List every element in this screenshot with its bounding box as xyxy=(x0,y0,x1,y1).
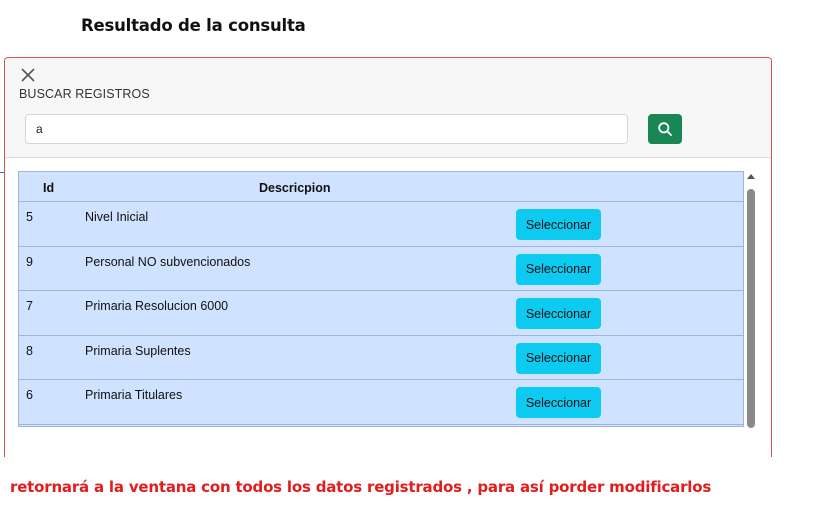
scroll-thumb[interactable] xyxy=(747,189,755,428)
row-id: 5 xyxy=(26,210,33,224)
table-row: 5 Nivel Inicial Seleccionar xyxy=(19,202,743,247)
row-description: Personal NO subvencionados xyxy=(85,254,251,269)
row-description: Primaria Resolucion 6000 xyxy=(85,299,229,313)
modal-header: BUSCAR REGISTROS xyxy=(5,58,771,158)
column-header-descripcion: Descricpion xyxy=(259,181,331,195)
row-description: Primaria Suplentes xyxy=(85,343,191,358)
search-icon xyxy=(658,122,672,136)
table-row: 6 Primaria Titulares Seleccionar xyxy=(19,380,743,425)
select-button[interactable]: Seleccionar xyxy=(516,209,601,240)
row-description: Nivel Inicial xyxy=(85,210,149,224)
table-row: 9 Personal NO subvencionados Seleccionar xyxy=(19,247,743,291)
close-icon[interactable] xyxy=(19,66,37,84)
page: Resultado de la consulta BUSCAR REGISTRO… xyxy=(0,0,817,519)
results-table: Id Descricpion 5 Nivel Inicial Seleccion… xyxy=(18,171,744,427)
table-header: Id Descricpion xyxy=(19,172,743,202)
page-title: Resultado de la consulta xyxy=(81,16,306,35)
search-modal: BUSCAR REGISTROS Id Descricpion 5 Nivel … xyxy=(4,57,772,457)
row-id: 8 xyxy=(26,343,33,358)
select-button[interactable]: Seleccionar xyxy=(516,342,601,374)
scroll-up-arrow-icon[interactable] xyxy=(747,174,755,179)
column-header-id: Id xyxy=(43,181,55,195)
select-button[interactable]: Seleccionar xyxy=(516,298,601,329)
row-description: Primaria Titulares xyxy=(85,388,183,402)
table-scrollbar[interactable] xyxy=(745,171,757,428)
select-button[interactable]: Seleccionar xyxy=(516,253,601,285)
search-button[interactable] xyxy=(648,114,682,144)
select-button[interactable]: Seleccionar xyxy=(516,387,601,418)
row-id: 7 xyxy=(26,299,33,313)
search-input[interactable] xyxy=(25,114,628,144)
row-id: 6 xyxy=(26,388,33,402)
modal-label: BUSCAR REGISTROS xyxy=(19,87,150,101)
instruction-note: retornará a la ventana con todos los dat… xyxy=(10,478,712,496)
table-row: 8 Primaria Suplentes Seleccionar xyxy=(19,336,743,380)
table-row: 7 Primaria Resolucion 6000 Seleccionar xyxy=(19,291,743,336)
row-id: 9 xyxy=(26,254,33,269)
